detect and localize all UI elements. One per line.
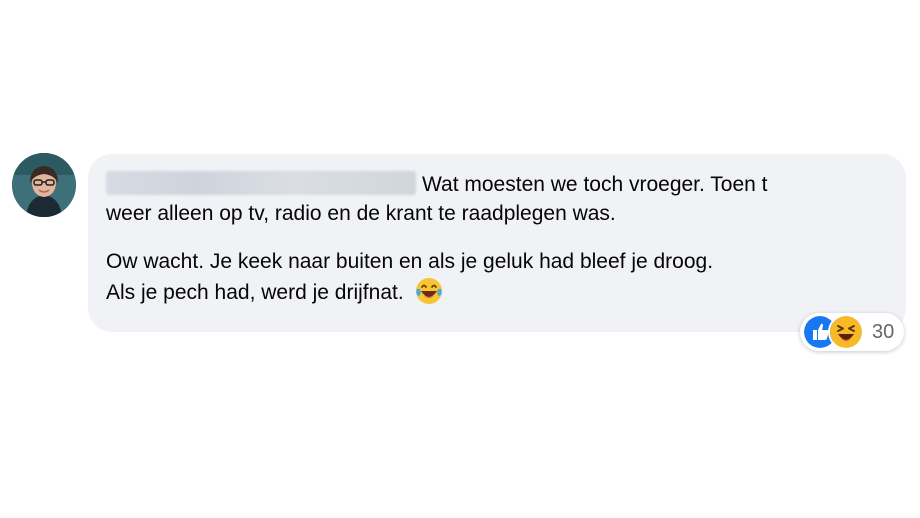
user-avatar[interactable] (12, 153, 76, 217)
comment-text-line-2: weer alleen op tv, radio en de krant te … (106, 202, 616, 225)
reaction-count: 30 (872, 320, 895, 343)
reactions-summary[interactable]: 30 (800, 313, 905, 351)
comment-bubble: Wat moesten we toch vroeger. Toen t weer … (88, 154, 906, 332)
comment-text-line-3: Ow wacht. Je keek naar buiten en als je … (106, 250, 714, 273)
comment-text-line-4: Als je pech had, werd je drijfnat. (106, 281, 404, 304)
tears-of-joy-emoji-icon (415, 278, 442, 304)
haha-icon (828, 314, 864, 350)
comment-row: Wat moesten we toch vroeger. Toen t weer … (0, 0, 920, 518)
comment-paragraph-2: Ow wacht. Je keek naar buiten en als je … (106, 247, 888, 307)
avatar-image (12, 153, 76, 217)
comment-text-line-1: Wat moesten we toch vroeger. Toen t (422, 173, 768, 196)
comment-paragraph-1: Wat moesten we toch vroeger. Toen t weer … (106, 170, 888, 228)
blurred-author-name[interactable] (106, 171, 416, 195)
